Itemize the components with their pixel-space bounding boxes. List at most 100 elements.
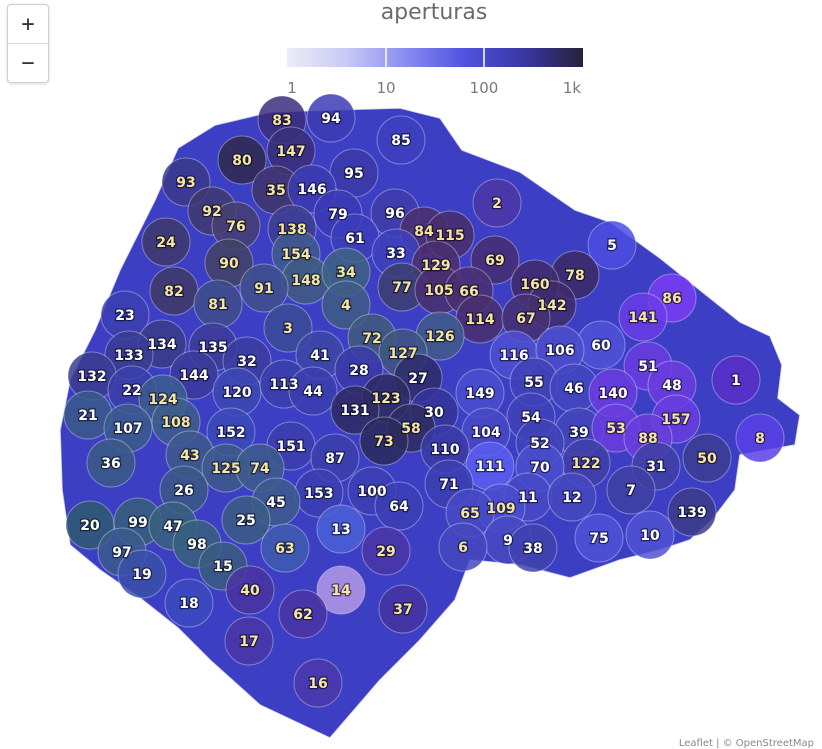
district-label-96: 96 [385, 206, 404, 222]
district-label-51: 51 [638, 359, 657, 375]
district-label-74: 74 [250, 461, 270, 477]
district-label-135: 135 [198, 340, 227, 356]
district-label-113: 113 [269, 377, 298, 393]
district-label-132: 132 [77, 369, 106, 385]
district-label-66: 66 [459, 284, 478, 300]
district-label-45: 45 [266, 495, 285, 511]
district-label-123: 123 [371, 391, 400, 407]
district-label-154: 154 [281, 247, 310, 263]
district-label-58: 58 [401, 421, 420, 437]
district-label-43: 43 [180, 448, 199, 464]
district-label-15: 15 [213, 559, 232, 575]
district-label-53: 53 [606, 421, 625, 437]
district-label-16: 16 [308, 676, 327, 692]
district-label-140: 140 [598, 386, 627, 402]
choropleth-map[interactable]: 83 9485147809593 35 146292 79 9676 138 84 115612… [0, 0, 822, 749]
district-label-3: 3 [283, 321, 293, 337]
district-label-100: 100 [357, 484, 386, 500]
district-label-76: 76 [226, 219, 245, 235]
district-label-82: 82 [164, 284, 183, 300]
district-label-153: 153 [304, 486, 333, 502]
district-label-39: 39 [569, 425, 588, 441]
district-label-69: 69 [485, 253, 504, 269]
district-label-125: 125 [211, 461, 240, 477]
district-label-110: 110 [430, 442, 459, 458]
district-label-4: 4 [341, 298, 351, 314]
district-label-104: 104 [471, 425, 500, 441]
district-label-129: 129 [421, 258, 450, 274]
district-label-20: 20 [80, 518, 100, 534]
district-label-152: 152 [216, 425, 245, 441]
district-label-94: 94 [321, 111, 341, 127]
district-label-134: 134 [147, 337, 176, 353]
district-label-148: 148 [291, 273, 320, 289]
district-label-98: 98 [187, 537, 206, 553]
district-label-12: 12 [562, 490, 581, 506]
district-label-91: 91 [254, 281, 273, 297]
district-label-151: 151 [276, 439, 305, 455]
district-label-6: 6 [458, 540, 468, 556]
legend-color-bar [287, 48, 583, 67]
district-label-75: 75 [589, 531, 608, 547]
district-label-47: 47 [163, 519, 182, 535]
district-label-32: 32 [237, 354, 256, 370]
district-label-29: 29 [376, 544, 395, 560]
district-label-88: 88 [638, 431, 657, 447]
district-label-114: 114 [465, 312, 494, 328]
district-label-146: 146 [297, 182, 326, 198]
district-label-73: 73 [374, 434, 393, 450]
district-label-99: 99 [128, 515, 147, 531]
district-label-111: 111 [475, 459, 504, 475]
district-label-77: 77 [392, 280, 411, 296]
district-label-141: 141 [628, 310, 657, 326]
district-label-93: 93 [176, 175, 195, 191]
district-label-139: 139 [677, 505, 706, 521]
district-label-107: 107 [113, 421, 142, 437]
district-label-160: 160 [520, 277, 549, 293]
district-label-126: 126 [425, 329, 454, 345]
district-label-84: 84 [414, 224, 434, 240]
map-attribution[interactable]: Leaflet | © OpenStreetMap [679, 738, 814, 749]
district-label-78: 78 [565, 268, 584, 284]
zoom-in-button[interactable]: + [8, 5, 48, 43]
district-label-9: 9 [503, 533, 513, 549]
district-label-142: 142 [537, 298, 566, 314]
district-label-2: 2 [492, 196, 502, 212]
district-label-46: 46 [564, 381, 583, 397]
district-label-81: 81 [208, 297, 227, 313]
district-label-131: 131 [340, 403, 369, 419]
district-label-40: 40 [240, 583, 260, 599]
district-label-24: 24 [156, 235, 176, 251]
district-label-65: 65 [460, 506, 479, 522]
legend-title: aperturas [380, 0, 488, 25]
district-label-48: 48 [662, 378, 681, 394]
district-label-87: 87 [325, 451, 344, 467]
district-label-25: 25 [236, 513, 255, 529]
district-label-28: 28 [349, 363, 368, 379]
district-label-22: 22 [122, 383, 141, 399]
district-label-33: 33 [386, 246, 405, 262]
district-label-18: 18 [179, 596, 198, 612]
district-label-34: 34 [336, 265, 356, 281]
legend-tick-100: 100 [469, 79, 499, 97]
district-label-55: 55 [524, 375, 543, 391]
district-label-54: 54 [521, 410, 541, 426]
district-label-52: 52 [530, 436, 549, 452]
district-label-127: 127 [388, 346, 417, 362]
district-label-1: 1 [731, 373, 741, 389]
district-label-71: 71 [439, 477, 458, 493]
zoom-out-button[interactable]: − [8, 43, 48, 82]
district-label-10: 10 [640, 528, 660, 544]
district-label-106: 106 [545, 343, 574, 359]
district-label-97: 97 [112, 545, 131, 561]
district-label-11: 11 [518, 490, 537, 506]
legend-tick-10: 10 [376, 79, 396, 97]
district-label-26: 26 [174, 483, 193, 499]
district-label-62: 62 [293, 607, 312, 623]
district-label-72: 72 [362, 331, 381, 347]
district-label-149: 149 [465, 386, 494, 402]
legend-tick-1k: 1k [562, 79, 582, 97]
district-label-108: 108 [161, 415, 190, 431]
district-label-17: 17 [239, 634, 258, 650]
district-label-80: 80 [232, 153, 252, 169]
